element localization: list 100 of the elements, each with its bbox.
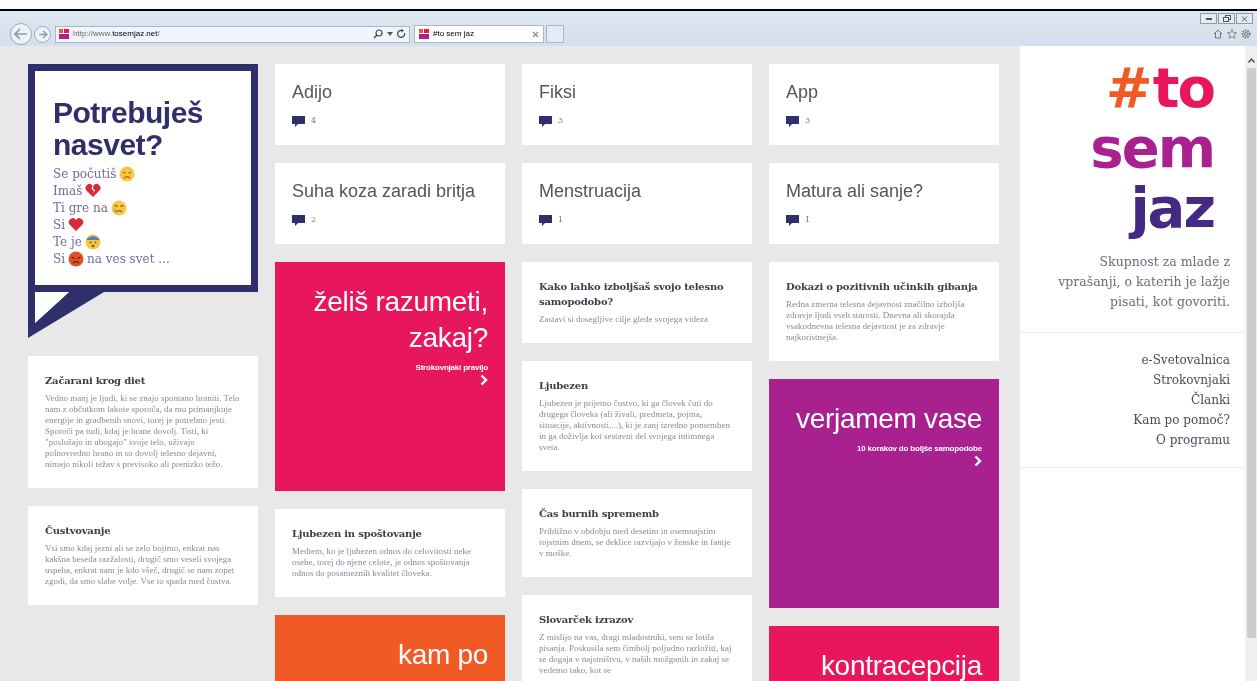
topic-title: Fiksi: [539, 81, 577, 103]
bubble-heading: Potrebuješ nasvet?: [53, 97, 205, 161]
nav-link[interactable]: Kam po pomoč?: [1133, 411, 1230, 429]
article-text: Zastavi si dosegljive cilje glede svojega videza: [539, 314, 709, 325]
refresh-icon[interactable]: [397, 29, 406, 39]
topic-card[interactable]: Fiksi 3: [522, 64, 752, 145]
scared-face-icon: [84, 233, 101, 250]
article-card[interactable]: Slovarček izrazov Z mislijo na vas, dragi mladostniki, sem se lotila pisanja. Poskusila sem čimbolj poljudno razložiti, kaj se dogaja v najstništvu, v naših možganih in zakaj se vedemo tako, kot se: [522, 595, 752, 681]
promo-headline: kam po: [397, 638, 488, 672]
topic-card[interactable]: Suha koza zaradi britja 2: [275, 163, 505, 244]
comment-count: 3: [558, 115, 564, 127]
close-icon: [1241, 15, 1248, 22]
article-card[interactable]: Ljubezen in spoštovanje Medtem, ko je ljubezen odnos do celovitosti neke osebe, torej do njene celote, je odnos spoštovanja odnos do posameznih kvalitet človeka.: [275, 509, 505, 597]
article-text: Z mislijo na vas, dragi mladostniki, sem se lotila pisanja. Poskusila sem čimbolj poljudno razložiti, kaj se dogaja v najstništvu, v naših možganih in zakaj se vedemo tako, kot se: [539, 632, 733, 676]
article-text: Ljubezen je prijetno čustvo, ki ga človek čuti do drugega človeka (ali živali, predmeta, pojma, situacije, aktivnosti,...), ki je zanj izredno pomemben in ga doživlja kot sestavni del svojega intimnega sveta.: [539, 398, 731, 453]
topic-title: Adijo: [292, 81, 334, 103]
browser-tab[interactable]: #to sem jaz: [414, 25, 544, 43]
bubble-text: na ves svet ...: [87, 250, 170, 268]
star-icon[interactable]: [1227, 29, 1237, 39]
search-icon[interactable]: [373, 29, 383, 39]
settings-icon[interactable]: [1241, 29, 1251, 39]
site-icon: [419, 29, 429, 39]
promo-subtitle: Strokovnjaki pravijo: [415, 362, 488, 374]
arrow-left-icon: [14, 28, 28, 40]
article-title: Začarani krog diet: [45, 374, 147, 388]
promo-headline: želiš razumeti, zakaj?: [312, 285, 488, 355]
article-text: Vedno manj je ljudi, ki se znajo spontano hraniti. Telo nam z občutkom lakote sporoča, da mu primanjkuje energije in gradbenih snovi, torej je potrebno jesti. Sporoči pa tudi, kdaj je hrane dovolj. Tisti, ki "poslušajo in ubogajo" svoje telo, uživajo polnovredno hrano in so dovolj telesno dejavni, nimajo nikoli težav s previsoko ali prenizko težo.: [45, 393, 241, 470]
topic-title: Matura ali sanje?: [786, 180, 925, 202]
comment-count: 1: [805, 214, 811, 226]
chevron-right-icon[interactable]: [480, 374, 488, 386]
back-button[interactable]: [10, 23, 32, 45]
topic-card[interactable]: Matura ali sanje? 1: [769, 163, 999, 244]
url-text: http://www.tosemjaz.net/: [73, 28, 160, 40]
comment-icon: [292, 214, 305, 226]
comment-count: 2: [311, 214, 317, 226]
crying-face-icon: [110, 199, 127, 216]
article-text: Vsi smo kdaj jezni ali se zelo bojimo, enkrat nas kakšna beseda razžalosti, drugič smo veseli svojega uspeha, enkrat nam je kdo všeč, drugič se nam zopet zgodi, da smo slabe volje. Vse to spada med čustva.: [45, 543, 236, 587]
heart-icon: [68, 217, 85, 232]
nav-link[interactable]: Strokovnjaki: [1153, 371, 1230, 389]
article-title: Kako lahko izboljšaš svojo telesno samopodobo?: [539, 280, 725, 309]
nav-link[interactable]: Članki: [1191, 391, 1230, 409]
logo[interactable]: #to sem jaz: [1020, 46, 1245, 238]
comment-icon: [539, 214, 552, 226]
article-card[interactable]: Kako lahko izboljšaš svojo telesno samopodobo? Zastavi si dosegljive cilje glede svojega videza: [522, 262, 752, 343]
promo-headline: verjamem vase: [796, 402, 982, 436]
comment-icon: [786, 115, 799, 127]
promo-card[interactable]: kontracepcija: [769, 626, 999, 681]
comment-icon: [539, 115, 552, 127]
article-card[interactable]: Čas burnih sprememb Približno v obdobju med desetim in osemnajstim rojstnim dnem, se deklice razvijajo v ženske in fantje v moške.: [522, 489, 752, 577]
bubble-text: Imaš: [53, 182, 83, 200]
bubble-text: Se počutiš: [53, 165, 117, 183]
bubble-text: Si: [53, 216, 66, 234]
address-bar[interactable]: http://www.tosemjaz.net/: [55, 25, 410, 43]
minimize-button[interactable]: [1200, 13, 1217, 24]
topic-title: Menstruacija: [539, 180, 643, 202]
promo-card[interactable]: želiš razumeti, zakaj? Strokovnjaki pravijo: [275, 262, 505, 491]
article-text: Medtem, ko je ljubezen odnos do celovitosti neke osebe, torej do njene celote, je odnos spoštovanja odnos do posameznih kvalitet človeka.: [292, 546, 472, 579]
scroll-up-icon[interactable]: [1247, 58, 1255, 63]
bubble-text: Te je: [53, 233, 82, 251]
article-text: Redna zmerna telesna dejavnost značilno izboljša zdravje ljudi vseh starosti. Dnevna ali skorajda vsakodnevna telesna dejavnost je za zdravje najkoristnejša.: [786, 299, 966, 343]
topic-card[interactable]: Menstruacija 1: [522, 163, 752, 244]
article-title: Slovarček izrazov: [539, 613, 635, 627]
tab-title: #to sem jaz: [433, 28, 474, 40]
topic-title: Suha koza zaradi britja: [292, 180, 477, 202]
nav-link[interactable]: O programu: [1156, 431, 1230, 449]
article-title: Ljubezen in spoštovanje: [292, 527, 423, 541]
restore-icon: [1222, 15, 1231, 22]
restore-button[interactable]: [1218, 13, 1235, 24]
article-title: Čas burnih sprememb: [539, 507, 660, 521]
article-title: Čustvovanje: [45, 524, 112, 538]
comment-icon: [292, 115, 305, 127]
chevron-right-icon[interactable]: [974, 455, 982, 467]
tagline: Skupnost za mlade z vprašanji, o katerih je lažje pisati, kot govoriti.: [1057, 253, 1231, 311]
promo-card[interactable]: verjamem vase 10 korakov do boljše samopodobe: [769, 379, 999, 608]
promo-subtitle: 10 korakov do boljše samopodobe: [857, 443, 982, 455]
forward-button[interactable]: [34, 25, 51, 43]
promo-headline: kontracepcija: [820, 649, 982, 681]
article-title: Dokazi o pozitivnih učinkih gibanja: [786, 280, 979, 294]
article-text: Približno v obdobju med desetim in osemnajstim rojstnim dnem, se deklice razvijajo v ženske in fantje v moške.: [539, 526, 732, 559]
home-icon[interactable]: [1213, 29, 1223, 39]
comment-count: 3: [805, 115, 811, 127]
dropdown-icon[interactable]: [387, 32, 393, 36]
scrollbar[interactable]: [1245, 46, 1257, 681]
close-icon[interactable]: [532, 30, 539, 38]
sad-face-icon: [119, 165, 136, 182]
comment-icon: [786, 214, 799, 226]
angry-face-icon: [68, 250, 85, 267]
article-title: Ljubezen: [539, 379, 589, 393]
comment-count: 1: [558, 214, 564, 226]
nav-link[interactable]: e-Svetovalnica: [1141, 351, 1230, 369]
broken-heart-icon: [85, 183, 102, 198]
comment-count: 4: [311, 115, 317, 127]
article-card[interactable]: Dokazi o pozitivnih učinkih gibanja Redna zmerna telesna dejavnost značilno izboljša zdravje ljudi vseh starosti. Dnevna ali skorajda vsakodnevna telesna dejavnost je za zdravje najkoristnejša.: [769, 262, 999, 361]
bubble-text: Ti gre na: [53, 199, 108, 217]
topic-card[interactable]: Adijo 4: [275, 64, 505, 145]
bubble-text: Si: [53, 250, 66, 268]
topic-card[interactable]: App 3: [769, 64, 999, 145]
topic-title: App: [786, 81, 820, 103]
arrow-right-icon: [37, 29, 48, 39]
site-icon: [59, 29, 69, 39]
